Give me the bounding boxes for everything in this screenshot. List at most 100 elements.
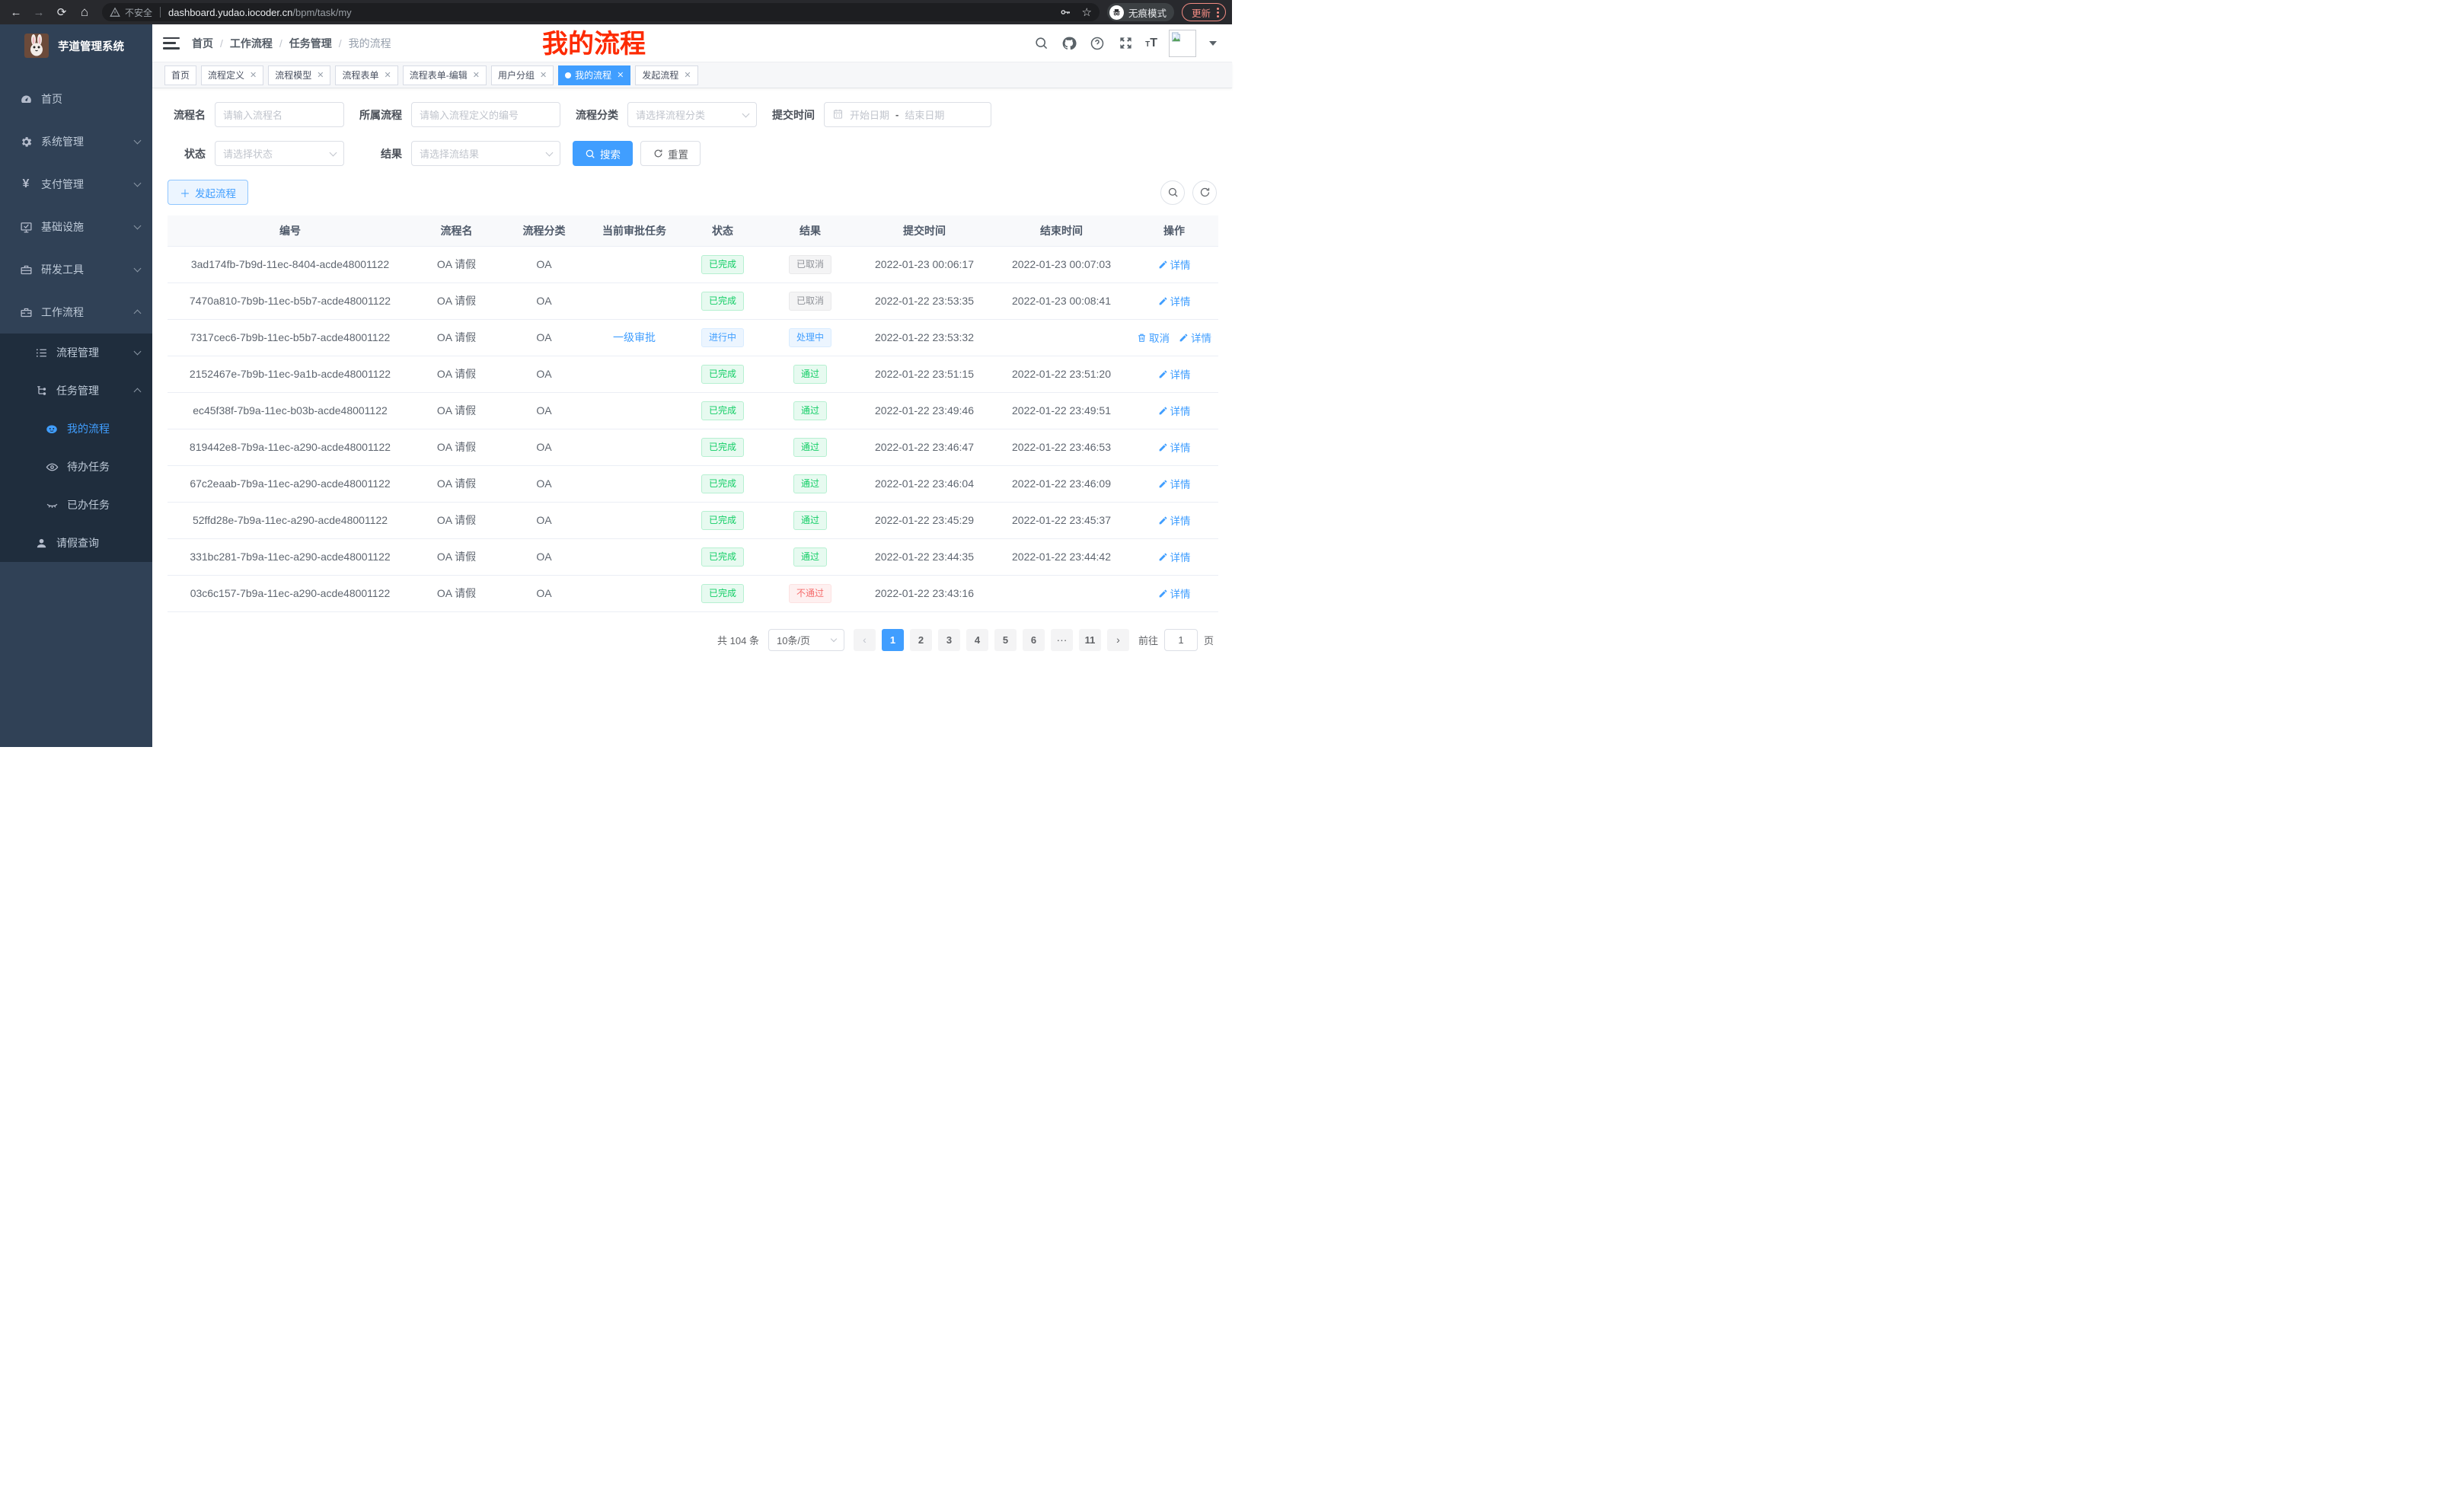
sidebar-item[interactable]: 基础设施 (0, 206, 152, 248)
cell-task (588, 502, 681, 538)
detail-link[interactable]: 详情 (1179, 330, 1211, 345)
browser-update-button[interactable]: 更新 (1182, 3, 1226, 21)
page-button[interactable]: 2 (910, 629, 932, 651)
tab-item[interactable]: 流程模型✕ (268, 65, 330, 85)
cancel-link[interactable]: 取消 (1137, 330, 1170, 345)
tab-close-icon[interactable]: ✕ (317, 70, 324, 80)
sidebar-item[interactable]: 流程管理 (0, 334, 152, 372)
sidebar-item[interactable]: 首页 (0, 78, 152, 120)
address-bar[interactable]: 不安全 dashboard.yudao.iocoder.cn/bpm/task/… (102, 3, 1100, 21)
avatar[interactable] (1169, 30, 1196, 57)
page-button[interactable]: 5 (994, 629, 1017, 651)
cell-task (588, 429, 681, 465)
detail-link[interactable]: 详情 (1158, 293, 1191, 308)
sidebar-item[interactable]: 任务管理 (0, 372, 152, 410)
table-header-cell: 流程分类 (500, 215, 588, 246)
tab-item[interactable]: 流程表单✕ (335, 65, 397, 85)
date-range-input[interactable]: 开始日期-结束日期 (824, 102, 991, 127)
detail-link[interactable]: 详情 (1158, 512, 1191, 528)
avatar-caret-icon[interactable] (1209, 41, 1217, 46)
detail-link[interactable]: 详情 (1158, 403, 1191, 418)
sidebar-item-label: 流程管理 (56, 345, 99, 360)
detail-link[interactable]: 详情 (1158, 476, 1191, 491)
font-size-icon[interactable]: TT (1145, 37, 1157, 50)
next-page-button[interactable]: › (1107, 629, 1129, 651)
sidebar-item[interactable]: 已办任务 (0, 486, 152, 524)
page-button[interactable]: 11 (1079, 629, 1101, 651)
browser-menu-icon[interactable] (1217, 8, 1219, 18)
filter-select[interactable]: 请选择流结果 (411, 141, 560, 166)
table-row: ec45f38f-7b9a-11ec-b03b-acde48001122OA 请… (168, 392, 1218, 429)
help-icon[interactable] (1089, 35, 1106, 52)
github-icon[interactable] (1061, 35, 1077, 52)
sidebar-item[interactable]: 请假查询 (0, 524, 152, 562)
incognito-badge: 无痕模式 (1107, 3, 1174, 21)
plus-icon: ＋ (180, 185, 190, 200)
tab-close-icon[interactable]: ✕ (617, 70, 624, 80)
tab-close-icon[interactable]: ✕ (250, 70, 257, 80)
edit-icon (1179, 333, 1189, 343)
browser-forward-button[interactable]: → (29, 2, 49, 22)
cell-task (588, 246, 681, 283)
tab-item[interactable]: 首页 (164, 65, 196, 85)
tab-close-icon[interactable]: ✕ (540, 70, 547, 80)
search-button[interactable]: 搜索 (573, 141, 633, 166)
tab-close-icon[interactable]: ✕ (385, 70, 391, 80)
task-link[interactable]: 一级审批 (613, 331, 656, 343)
sidebar-collapse-icon[interactable] (163, 37, 180, 49)
tab-item[interactable]: 流程表单-编辑✕ (403, 65, 487, 85)
browser-back-button[interactable]: ← (6, 2, 26, 22)
start-process-button[interactable]: ＋ 发起流程 (168, 180, 248, 205)
breadcrumb-item[interactable]: 首页 (192, 36, 213, 51)
filter-input[interactable]: 请输入流程定义的编号 (411, 102, 560, 127)
sidebar-item[interactable]: 研发工具 (0, 248, 152, 291)
filter-label: 结果 (356, 146, 411, 161)
briefcase-icon (18, 306, 34, 319)
tab-item[interactable]: 发起流程✕ (635, 65, 697, 85)
detail-link[interactable]: 详情 (1158, 439, 1191, 455)
robot-icon (44, 422, 59, 436)
browser-reload-button[interactable]: ⟳ (52, 2, 72, 22)
tab-item[interactable]: 用户分组✕ (491, 65, 554, 85)
sidebar-item[interactable]: 我的流程 (0, 410, 152, 448)
search-icon[interactable] (1033, 35, 1049, 52)
bookmark-star-icon[interactable]: ☆ (1082, 5, 1092, 19)
sidebar-item-label: 待办任务 (67, 459, 110, 474)
refresh-button[interactable] (1192, 180, 1217, 205)
page-size-select[interactable]: 10条/页 (768, 629, 844, 651)
page-button[interactable]: 4 (966, 629, 988, 651)
edit-icon (1158, 406, 1168, 416)
filter-select[interactable]: 请选择流程分类 (627, 102, 757, 127)
tab-close-icon[interactable]: ✕ (684, 70, 691, 80)
detail-link[interactable]: 详情 (1158, 366, 1191, 381)
page-button[interactable]: 1 (882, 629, 904, 651)
goto-page-input[interactable]: 1 (1164, 629, 1198, 651)
page-button[interactable]: 3 (938, 629, 960, 651)
tab-close-icon[interactable]: ✕ (473, 70, 480, 80)
sidebar-item[interactable]: ¥支付管理 (0, 163, 152, 206)
page-ellipsis[interactable]: ··· (1051, 629, 1073, 651)
filter-input[interactable]: 请输入流程名 (215, 102, 344, 127)
sidebar-item[interactable]: 工作流程 (0, 291, 152, 334)
tab-item[interactable]: 流程定义✕ (201, 65, 263, 85)
filter-select[interactable]: 请选择状态 (215, 141, 344, 166)
sidebar-item[interactable]: 待办任务 (0, 448, 152, 486)
chevron-down-icon (134, 137, 142, 145)
reset-button[interactable]: 重置 (640, 141, 701, 166)
sidebar-item[interactable]: 系统管理 (0, 120, 152, 163)
breadcrumb-item[interactable]: 工作流程 (230, 36, 273, 51)
tab-item[interactable]: 我的流程✕ (558, 65, 630, 85)
prev-page-button[interactable]: ‹ (854, 629, 876, 651)
key-icon[interactable] (1059, 6, 1071, 18)
app-logo-row[interactable]: 芋道管理系统 (0, 24, 152, 67)
browser-home-button[interactable]: ⌂ (75, 2, 94, 22)
page-button[interactable]: 6 (1023, 629, 1045, 651)
filter-group: 提交时间开始日期-结束日期 (769, 102, 991, 127)
detail-link[interactable]: 详情 (1158, 586, 1191, 601)
fullscreen-icon[interactable] (1117, 35, 1134, 52)
detail-link[interactable]: 详情 (1158, 549, 1191, 564)
show-search-button[interactable] (1160, 180, 1185, 205)
breadcrumb-item[interactable]: 任务管理 (289, 36, 332, 51)
detail-link[interactable]: 详情 (1158, 257, 1191, 272)
filter-label: 所属流程 (356, 107, 411, 123)
